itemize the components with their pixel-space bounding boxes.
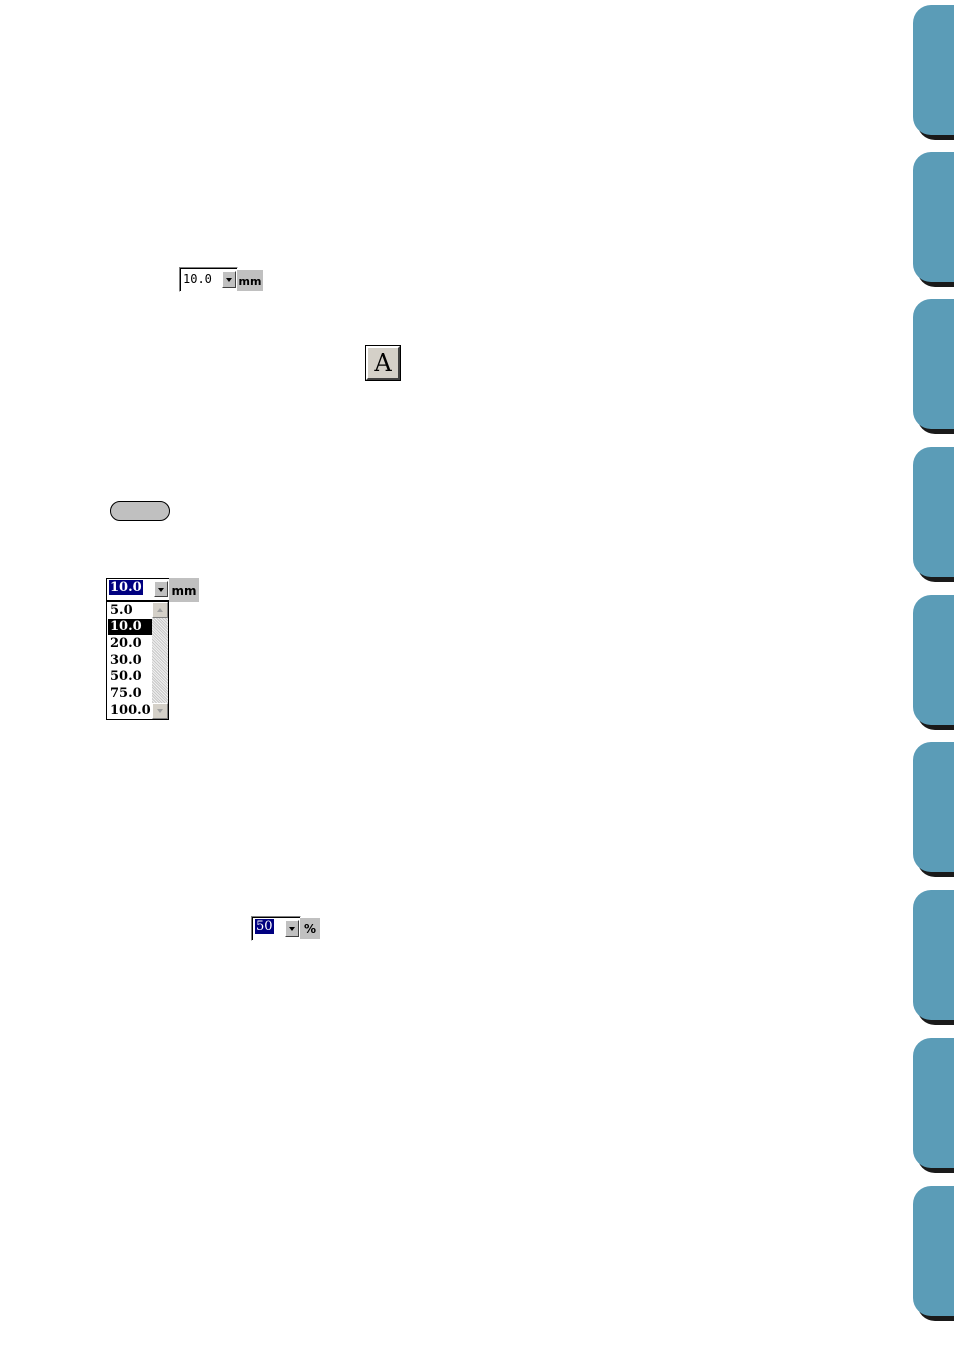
side-tab-9[interactable]: [913, 1186, 954, 1321]
text-size-value-selected: 10.0: [109, 580, 143, 595]
side-tab-5[interactable]: [913, 595, 954, 730]
list-item[interactable]: 20.0: [108, 636, 152, 652]
arrow-up-icon: [157, 608, 163, 612]
arrow-down-icon: [157, 709, 163, 713]
text-size-combo-open[interactable]: 10.0: [106, 578, 170, 601]
percent-combo[interactable]: 50: [251, 916, 301, 941]
side-tab-4[interactable]: [913, 447, 954, 582]
scroll-up-button[interactable]: [152, 602, 168, 618]
side-tab-3[interactable]: [913, 299, 954, 434]
percent-value: 50: [255, 919, 274, 934]
side-tab-7[interactable]: [913, 890, 954, 1025]
chevron-down-icon: [158, 588, 164, 592]
text-size-combo[interactable]: 10.0: [179, 267, 238, 292]
text-tool-button[interactable]: A: [365, 345, 401, 381]
list-item[interactable]: 50.0: [108, 669, 152, 685]
text-size-options-list[interactable]: 5.0 10.0 20.0 30.0 50.0 75.0 100.0: [106, 601, 169, 720]
chevron-down-icon: [289, 927, 295, 931]
side-tab-8[interactable]: [913, 1038, 954, 1173]
side-tab-1[interactable]: [913, 5, 954, 140]
chevron-down-icon: [226, 278, 232, 282]
text-size-unit-open: mm: [169, 578, 199, 602]
list-item[interactable]: 75.0: [108, 686, 152, 702]
text-size-value: 10.0: [183, 272, 212, 286]
percent-dropdown-button[interactable]: [285, 920, 299, 937]
text-size-unit: mm: [237, 270, 263, 291]
percent-unit: %: [300, 918, 320, 939]
list-scrollbar[interactable]: [152, 602, 168, 719]
text-size-dropdown-button-open[interactable]: [154, 581, 168, 597]
scroll-down-button[interactable]: [152, 703, 168, 719]
list-item-selected[interactable]: 10.0: [108, 619, 152, 635]
list-item[interactable]: 5.0: [108, 603, 152, 619]
side-tab-2[interactable]: [913, 152, 954, 287]
rounded-button[interactable]: [110, 501, 170, 521]
side-tab-6[interactable]: [913, 742, 954, 877]
list-item[interactable]: 30.0: [108, 653, 152, 669]
text-tool-icon: A: [374, 349, 392, 377]
list-item[interactable]: 100.0: [108, 703, 152, 719]
text-size-dropdown-button[interactable]: [222, 271, 236, 288]
